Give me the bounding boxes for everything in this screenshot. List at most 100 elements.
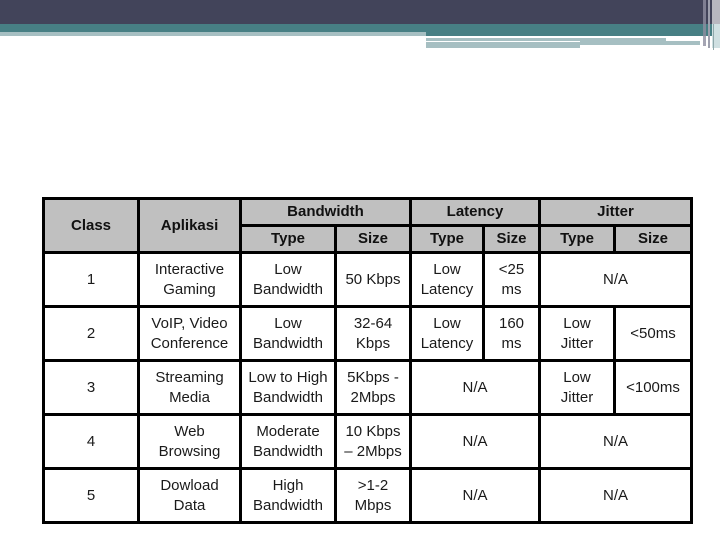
cell-aplikasi: Web Browsing [137,413,242,470]
cell-latency-size: <25 ms [481,251,542,308]
subheader-bandwidth-size: Size [334,224,412,254]
line: Streaming [155,368,224,386]
cell-class: 2 [42,305,140,362]
cell-bandwidth-type: Low Bandwidth [239,251,337,308]
cell-bandwidth-size: 32-64 Kbps [334,305,412,362]
slide-corner-stripe [712,0,720,24]
subheader-jitter-size: Size [613,224,694,254]
line: Mbps [354,496,392,514]
cell-aplikasi: VoIP, Video Conference [137,305,242,362]
line: Low [433,314,461,332]
cell-jitter-merged: N/A [538,413,694,470]
line: Bandwidth [252,334,324,352]
cell-bandwidth-type: High Bandwidth [239,467,337,524]
line: ms [501,334,522,352]
cell-bandwidth-size: 10 Kbps – 2Mbps [334,413,412,470]
table-row: 2 VoIP, Video Conference Low Bandwidth 32-… [42,305,694,362]
cell-latency-type: Low Latency [409,251,485,308]
cell-jitter-type: Low Jitter [538,359,617,416]
line: Low [433,260,461,278]
cell-bandwidth-type: Low to High Bandwidth [239,359,337,416]
line: ms [501,280,522,298]
slide-header-accent-stripe-right [426,32,720,36]
line: Browsing [158,442,221,460]
slide-corner-stripe [713,24,714,50]
line: Jitter [560,334,594,352]
line: Data [173,496,206,514]
slide-header-light-bar [580,41,700,45]
line: Bandwidth [252,496,324,514]
line: Gaming [163,280,216,298]
line: <100ms [626,378,680,396]
line: Low [274,314,302,332]
line: Bandwidth [252,388,324,406]
cell-bandwidth-size: 5Kbps - 2Mbps [334,359,412,416]
line: 32-64 [353,314,393,332]
header-class: Class [42,197,140,254]
line: Latency [420,280,474,298]
cell-jitter-size: <50ms [613,305,694,362]
line: Bandwidth [252,280,324,298]
line: 5Kbps - [347,368,399,386]
line: Low [274,260,302,278]
line: Kbps [355,334,391,352]
cell-latency-merged: N/A [408,413,542,470]
line: Conference [150,334,229,352]
subheader-latency-type: Type [409,224,485,254]
line: Moderate [256,422,320,440]
line: Low [563,314,591,332]
slide-corner-stripe [703,0,706,46]
class-value: 3 [86,378,96,396]
cell-jitter-size: <100ms [613,359,694,416]
cell-latency-merged: N/A [408,359,542,416]
table-row: 3 Streaming Media Low to High Bandwidth 5K… [42,359,694,416]
line: <50ms [630,324,676,342]
line: Interactive [154,260,225,278]
line: High [272,476,304,494]
cell-class: 4 [42,413,140,470]
cell-jitter-merged: N/A [538,467,694,524]
line: Dowload [160,476,219,494]
cell-aplikasi: Interactive Gaming [137,251,242,308]
qos-class-table: Class Aplikasi Bandwidth Latency Jitter … [42,197,694,524]
table-row: 1 Interactive Gaming Low Bandwidth 50 Kbps… [42,251,694,308]
cell-latency-merged: N/A [408,467,542,524]
line: 2Mbps [350,388,396,406]
line: – 2Mbps [344,442,402,460]
subheader-jitter-type: Type [538,224,617,254]
class-value: 1 [86,270,96,288]
cell-jitter-merged: N/A [538,251,694,308]
table-row: 4 Web Browsing Moderate Bandwidth 10 Kbps –… [42,413,694,470]
cell-bandwidth-size: 50 Kbps [334,251,412,308]
cell-bandwidth-type: Moderate Bandwidth [239,413,337,470]
slide-header-light-bar [0,32,426,36]
line: Low to High [248,368,328,386]
cell-aplikasi: Streaming Media [137,359,242,416]
cell-class: 3 [42,359,140,416]
slide-corner-stripe [708,0,710,48]
slide-header-band [0,0,720,24]
header-jitter: Jitter [538,197,694,227]
slide-header-light-bar [426,42,580,48]
class-value: 2 [86,324,96,342]
cell-jitter-type: Low Jitter [538,305,617,362]
table-row: 5 Dowload Data High Bandwidth >1-2 Mbps N/A… [42,467,694,524]
class-value: 4 [86,432,96,450]
cell-class: 1 [42,251,140,308]
line: 50 Kbps [345,270,401,288]
header-latency: Latency [408,197,542,227]
line: >1-2 [357,476,389,494]
line: Media [169,388,210,406]
subheader-latency-size: Size [481,224,542,254]
line: 160 [498,314,525,332]
cell-latency-type: Low Latency [409,305,485,362]
line: Low [563,368,591,386]
cell-class: 5 [42,467,140,524]
line: Jitter [560,388,594,406]
header-aplikasi: Aplikasi [137,197,242,254]
line: 10 Kbps [345,422,401,440]
slide-header-accent-stripe [0,24,720,32]
line: Latency [420,334,474,352]
line: Bandwidth [252,442,324,460]
table-header-row: Class Aplikasi Bandwidth Latency Jitter [42,197,694,254]
